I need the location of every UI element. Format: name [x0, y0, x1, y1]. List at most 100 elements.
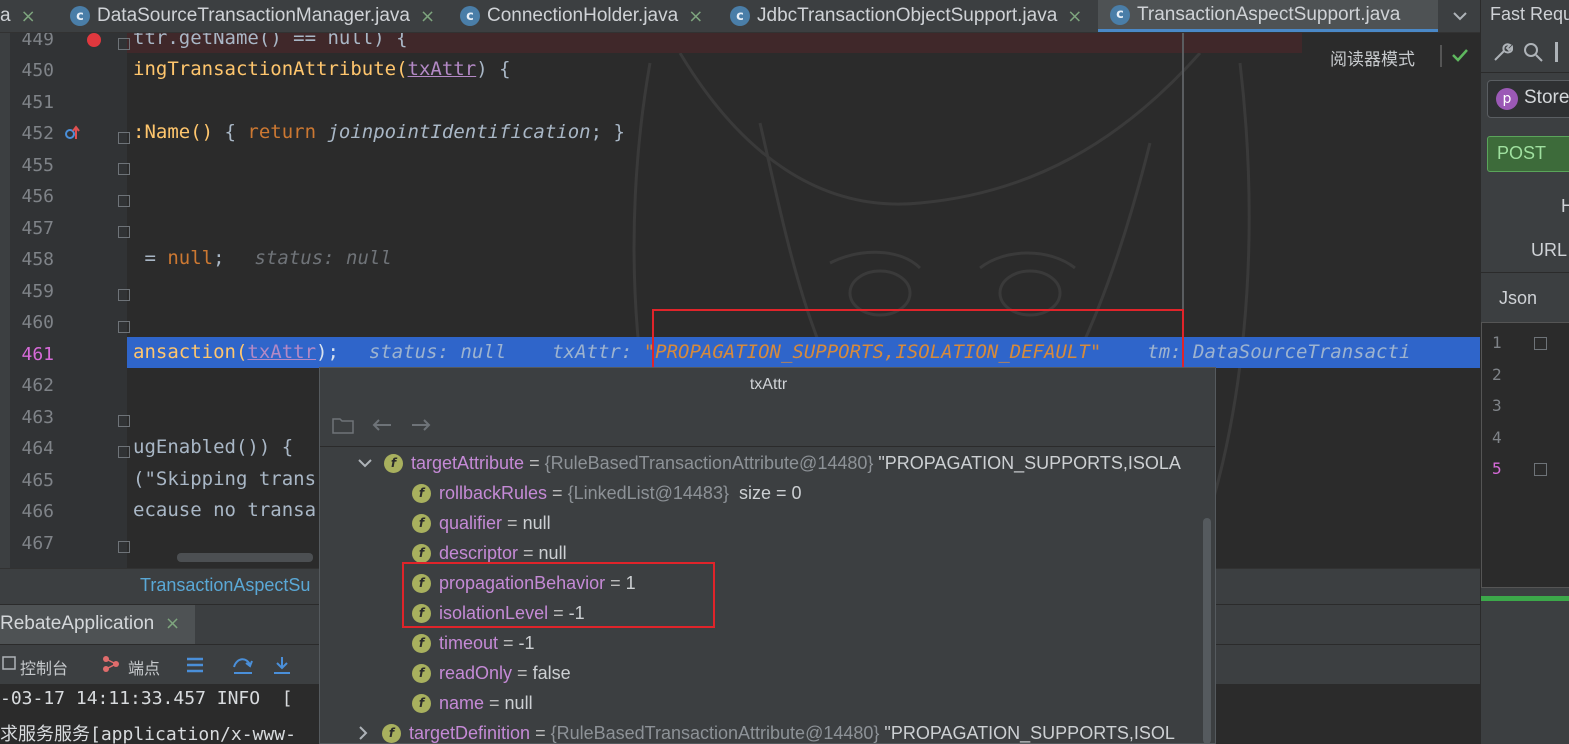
field-value: null [538, 542, 567, 563]
field-ref: {LinkedList@14483} [567, 482, 729, 503]
url-label: URL [1531, 240, 1568, 260]
json-tab[interactable]: Json [1499, 288, 1537, 309]
line-number: 462 [21, 375, 54, 396]
fold-marker-icon[interactable] [118, 415, 130, 427]
horizontal-scrollbar[interactable] [177, 553, 313, 562]
field-icon: f [412, 663, 431, 683]
json-line-number: 1 [1492, 333, 1502, 352]
field-name: qualifier [439, 512, 503, 533]
field-icon: f [384, 453, 403, 473]
chevron-right-icon[interactable] [358, 726, 368, 740]
tree-row-target-definition[interactable]: f targetDefinition = {RuleBasedTransacti… [358, 718, 1175, 743]
tabs-overflow-chevron-icon[interactable] [1440, 0, 1480, 32]
json-line-number: 2 [1492, 365, 1502, 384]
fold-marker-icon[interactable] [118, 132, 130, 144]
step-over-icon[interactable] [232, 655, 254, 679]
tab-close-icon[interactable]: × [21, 6, 36, 27]
line-number: 463 [21, 407, 54, 428]
line-number: 466 [21, 501, 54, 522]
tab-close-icon[interactable]: × [1067, 6, 1082, 27]
line-number: 460 [21, 312, 54, 333]
fold-marker-icon[interactable] [118, 289, 130, 301]
step-into-icon[interactable] [272, 655, 292, 679]
panel-toolbar [1481, 32, 1569, 73]
code-token: return [247, 121, 317, 143]
frames-icon[interactable] [185, 655, 205, 679]
json-editor[interactable]: 1 2 3 4 5 [1481, 322, 1569, 588]
fold-marker-icon[interactable] [118, 446, 130, 458]
code-line-464: ugEnabled()) { [133, 436, 294, 458]
back-arrow-icon[interactable] [372, 418, 392, 432]
project-select-value: Store [1524, 87, 1569, 108]
code-token: ansaction( [133, 341, 248, 363]
code-line-466: ecause no transa [133, 499, 317, 521]
reader-mode-button[interactable]: 阅读器模式 [1330, 45, 1415, 70]
tab-partial[interactable]: a × [0, 0, 36, 32]
code-token: ; [213, 247, 225, 269]
tab-close-icon[interactable]: × [420, 6, 435, 27]
run-tab[interactable]: RebateApplication × [0, 605, 195, 645]
run-tab-close-icon[interactable]: × [165, 613, 180, 634]
fold-marker-icon[interactable] [118, 38, 130, 50]
code-token: txAttr [247, 341, 317, 363]
field-icon: f [412, 693, 431, 713]
tab-connection-holder[interactable]: c ConnectionHolder.java × [460, 0, 703, 32]
tab-label: a [0, 5, 11, 26]
tab-endpoints[interactable]: 端点 [128, 655, 160, 679]
endpoints-icon [100, 653, 122, 679]
field-name: name [439, 692, 485, 713]
popup-toolbar [320, 402, 1215, 447]
breadcrumb-item[interactable]: TransactionAspectSu [140, 575, 310, 596]
tab-close-icon[interactable]: × [688, 6, 703, 27]
code-token: = [133, 247, 168, 269]
fold-marker-icon[interactable] [118, 163, 130, 175]
fold-marker-icon[interactable] [118, 541, 130, 553]
fold-marker-icon[interactable] [1534, 463, 1547, 476]
left-tool-strip [0, 33, 10, 568]
fold-marker-icon[interactable] [118, 226, 130, 238]
code-token: ) { [476, 58, 511, 80]
field-name: descriptor [439, 542, 519, 563]
vertical-scrollbar[interactable] [1203, 518, 1211, 743]
editor-tab-bar: a × c DataSourceTransactionManager.java … [0, 0, 1480, 33]
fold-marker-icon[interactable] [1534, 337, 1547, 350]
chevron-down-icon[interactable] [358, 458, 372, 468]
tab-transaction-aspect-support[interactable]: c TransactionAspectSupport.java [1098, 0, 1438, 32]
code-line-458: = null; status: null [133, 247, 391, 269]
tree-row-qualifier[interactable]: f qualifier = null [412, 508, 551, 538]
project-select[interactable]: p Store [1487, 80, 1569, 118]
separator [1555, 42, 1558, 62]
wrench-icon[interactable] [1491, 42, 1513, 62]
check-icon[interactable] [1450, 45, 1470, 69]
field-ref: {RuleBasedTransactionAttribute@14480} [544, 452, 874, 473]
field-icon: f [412, 513, 431, 533]
equals: = [502, 512, 523, 533]
line-number: 450 [21, 60, 54, 81]
tab-datasource-transaction-manager[interactable]: c DataSourceTransactionManager.java × [70, 0, 435, 32]
field-ref: {RuleBasedTransactionAttribute@14480} [550, 722, 880, 743]
overridden-method-icon[interactable] [64, 125, 80, 141]
field-name: readOnly [439, 662, 513, 683]
code-line-452: :Name() { return joinpointIdentification… [133, 121, 625, 143]
field-name: targetAttribute [411, 452, 525, 473]
tree-row-read-only[interactable]: f readOnly = false [412, 658, 571, 688]
console-icon [2, 655, 16, 671]
fold-marker-icon[interactable] [118, 321, 130, 333]
code-token: txAttr [407, 58, 477, 80]
field-name: targetDefinition [409, 722, 531, 743]
method-select[interactable]: POST [1487, 136, 1569, 172]
tab-console[interactable]: 控制台 [20, 655, 68, 679]
folder-icon[interactable] [332, 416, 354, 434]
breakpoint-icon[interactable] [87, 33, 101, 47]
tree-row-target-attribute[interactable]: f targetAttribute = {RuleBasedTransactio… [358, 448, 1181, 478]
tree-row-timeout[interactable]: f timeout = -1 [412, 628, 535, 658]
tree-row-rollback-rules[interactable]: f rollbackRules = {LinkedList@14483} siz… [412, 478, 802, 508]
equals: = [524, 452, 545, 473]
tree-row-name[interactable]: f name = null [412, 688, 533, 718]
search-icon[interactable] [1523, 42, 1543, 62]
tab-jdbc-transaction-object-support[interactable]: c JdbcTransactionObjectSupport.java × [730, 0, 1082, 32]
line-number: 457 [21, 218, 54, 239]
forward-arrow-icon[interactable] [411, 418, 431, 432]
variable-inspector-popup[interactable]: txAttr f targetAttribute = {RuleBasedTra… [319, 367, 1216, 744]
fold-marker-icon[interactable] [118, 195, 130, 207]
